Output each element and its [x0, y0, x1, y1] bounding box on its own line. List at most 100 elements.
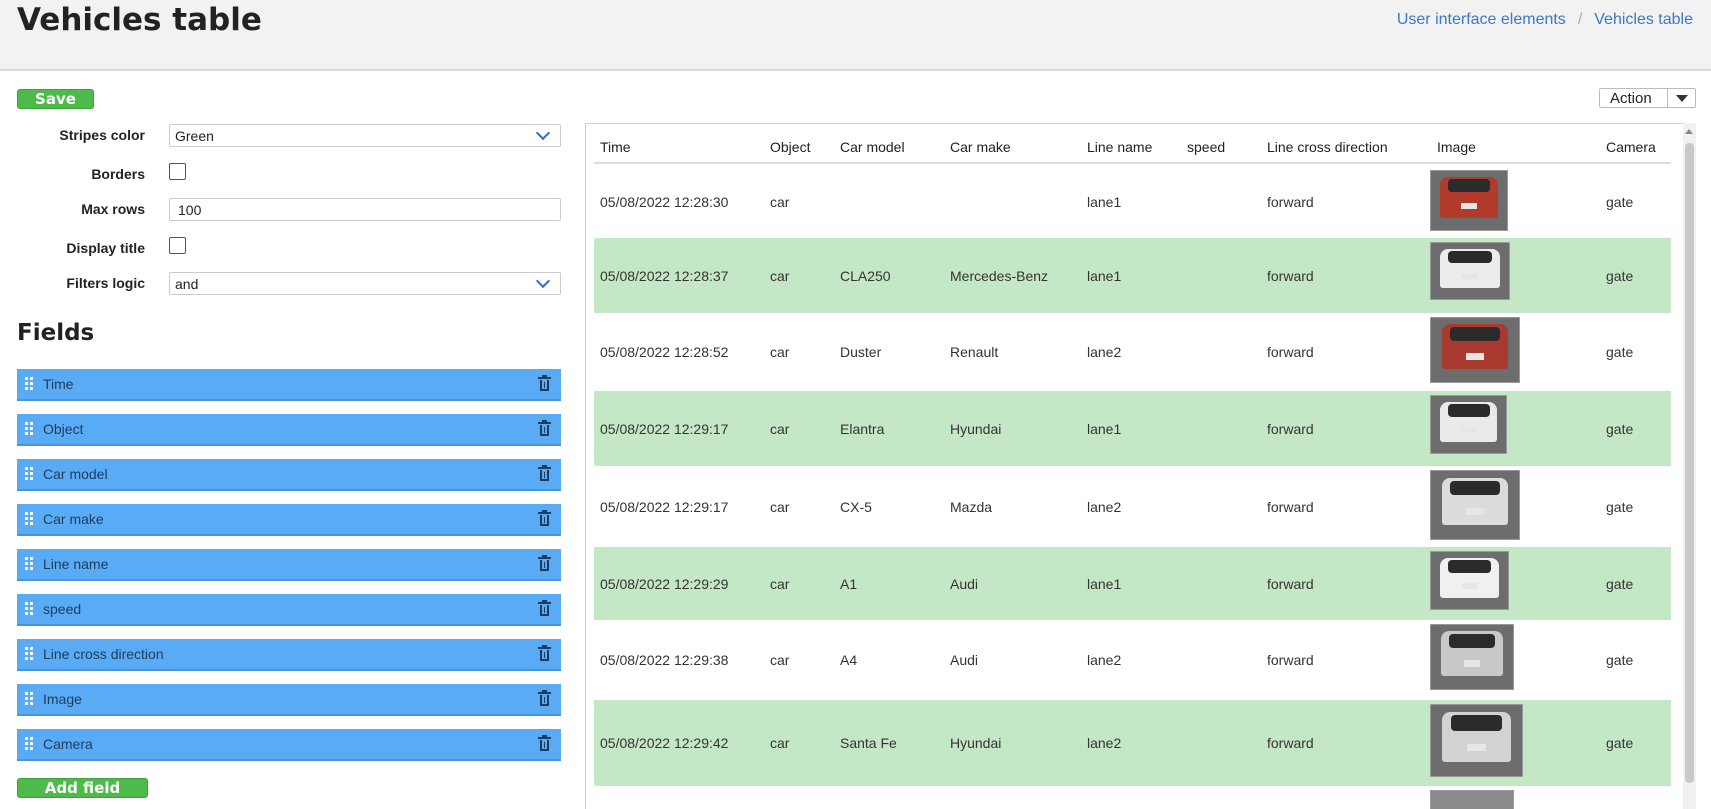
table-row[interactable]: 05/08/2022 12:29:17 car CX-5 Mazda lane2 forw… — [594, 466, 1671, 547]
field-item[interactable]: Camera — [17, 729, 561, 761]
vehicle-image[interactable] — [1430, 395, 1507, 454]
field-item[interactable]: Time — [17, 369, 561, 401]
table-row[interactable]: 05/08/2022 12:28:30 car lane1 forward gate — [594, 166, 1671, 238]
drag-handle-icon[interactable] — [25, 737, 35, 751]
drag-handle-icon[interactable] — [25, 557, 35, 571]
vehicle-image[interactable] — [1430, 170, 1508, 231]
cell-camera: gate — [1606, 576, 1634, 592]
field-item[interactable]: Car model — [17, 459, 561, 491]
caret-down-icon — [1676, 95, 1688, 102]
trash-icon[interactable] — [538, 420, 551, 436]
table-row[interactable]: 05/08/2022 12:28:52 car Duster Renault lane2… — [594, 313, 1671, 391]
table-row[interactable]: 05/08/2022 12:28:37 car CLA250 Mercedes-Ben… — [594, 238, 1671, 313]
cell-line: lane2 — [1087, 735, 1122, 751]
vehicle-image[interactable] — [1430, 704, 1523, 777]
borders-checkbox[interactable] — [169, 163, 186, 180]
scrollbar-thumb[interactable] — [1685, 143, 1694, 783]
column-header[interactable]: Camera — [1606, 139, 1656, 155]
field-item[interactable]: speed — [17, 594, 561, 626]
cell-make: Renault — [950, 344, 999, 360]
stripes-color-label: Stripes color — [59, 127, 145, 143]
field-item[interactable]: Object — [17, 414, 561, 446]
cell-camera: gate — [1606, 735, 1634, 751]
trash-icon[interactable] — [538, 465, 551, 481]
field-item[interactable]: Line cross direction — [17, 639, 561, 671]
column-header[interactable]: speed — [1187, 139, 1225, 155]
drag-handle-icon[interactable] — [25, 422, 35, 436]
trash-icon[interactable] — [538, 645, 551, 661]
field-item[interactable]: Image — [17, 684, 561, 716]
cell-time: 05/08/2022 12:28:30 — [600, 194, 729, 210]
scroll-up-icon[interactable] — [1685, 129, 1693, 134]
cell-object: car — [770, 194, 790, 210]
drag-handle-icon[interactable] — [25, 512, 35, 526]
field-item[interactable]: Line name — [17, 549, 561, 581]
chevron-down-icon — [535, 273, 551, 289]
filters-logic-select[interactable]: and — [169, 272, 561, 295]
vehicle-image[interactable] — [1430, 470, 1520, 540]
table-row[interactable]: 05/08/2022 12:29:42 car Santa Fe Hyundai lan… — [594, 700, 1671, 786]
vehicle-image[interactable] — [1430, 242, 1510, 300]
cell-model: A1 — [840, 576, 858, 592]
cell-time: 05/08/2022 12:28:52 — [600, 344, 729, 360]
vehicles-table-panel: Time Object Car model Car make Line name spee… — [585, 123, 1696, 809]
vehicle-image[interactable] — [1430, 624, 1514, 690]
cell-line: lane2 — [1087, 499, 1122, 515]
table-row[interactable]: 05/08/2022 12:29:17 car Elantra Hyundai lane… — [594, 391, 1671, 466]
cell-direction: forward — [1267, 652, 1314, 668]
column-header[interactable]: Line name — [1087, 139, 1152, 155]
cell-camera: gate — [1606, 268, 1634, 284]
drag-handle-icon[interactable] — [25, 602, 35, 616]
max-rows-input[interactable] — [169, 198, 561, 221]
cell-direction: forward — [1267, 735, 1314, 751]
cell-object: car — [770, 499, 790, 515]
cell-camera: gate — [1606, 194, 1634, 210]
column-header[interactable]: Car make — [950, 139, 1011, 155]
action-dropdown-toggle[interactable] — [1667, 89, 1695, 107]
trash-icon[interactable] — [538, 555, 551, 571]
vehicle-image[interactable] — [1430, 790, 1514, 809]
breadcrumb-link-ui-elements[interactable]: User interface elements — [1397, 11, 1566, 28]
cell-object: car — [770, 735, 790, 751]
cell-direction: forward — [1267, 421, 1314, 437]
cell-model: Santa Fe — [840, 735, 897, 751]
vehicle-image[interactable] — [1430, 317, 1520, 383]
drag-handle-icon[interactable] — [25, 467, 35, 481]
cell-model: Elantra — [840, 421, 885, 437]
breadcrumb-link-vehicles-table[interactable]: Vehicles table — [1594, 11, 1693, 28]
column-header[interactable]: Image — [1437, 139, 1476, 155]
column-header[interactable]: Line cross direction — [1267, 139, 1388, 155]
add-field-button[interactable]: Add field — [17, 778, 148, 798]
page-title: Vehicles table — [17, 2, 262, 38]
action-dropdown[interactable]: Action — [1599, 88, 1696, 108]
column-header[interactable]: Car model — [840, 139, 905, 155]
display-title-label: Display title — [66, 240, 145, 256]
column-header[interactable]: Object — [770, 139, 810, 155]
fields-heading: Fields — [17, 320, 95, 346]
stripes-color-select[interactable]: Green — [169, 124, 561, 147]
action-label: Action — [1610, 90, 1652, 107]
table-row[interactable]: 05/08/2022 12:29:29 car A1 Audi lane1 forward… — [594, 547, 1671, 620]
cell-make: Mercedes-Benz — [950, 268, 1049, 284]
save-button[interactable]: Save — [17, 89, 94, 109]
trash-icon[interactable] — [538, 735, 551, 751]
cell-model: CX-5 — [840, 499, 872, 515]
cell-object: car — [770, 652, 790, 668]
drag-handle-icon[interactable] — [25, 647, 35, 661]
trash-icon[interactable] — [538, 600, 551, 616]
cell-direction: forward — [1267, 576, 1314, 592]
trash-icon[interactable] — [538, 375, 551, 391]
cell-time: 05/08/2022 12:28:37 — [600, 268, 729, 284]
column-header[interactable]: Time — [600, 139, 631, 155]
field-item-label: Line name — [43, 556, 109, 572]
table-row[interactable]: 05/08/2022 12:29:38 car A4 Audi lane2 forward… — [594, 620, 1671, 700]
trash-icon[interactable] — [538, 510, 551, 526]
drag-handle-icon[interactable] — [25, 692, 35, 706]
cell-direction: forward — [1267, 194, 1314, 210]
drag-handle-icon[interactable] — [25, 377, 35, 391]
vehicle-image[interactable] — [1430, 551, 1509, 610]
display-title-checkbox[interactable] — [169, 237, 186, 254]
field-item[interactable]: Car make — [17, 504, 561, 536]
table-scrollbar[interactable] — [1683, 123, 1696, 809]
trash-icon[interactable] — [538, 690, 551, 706]
